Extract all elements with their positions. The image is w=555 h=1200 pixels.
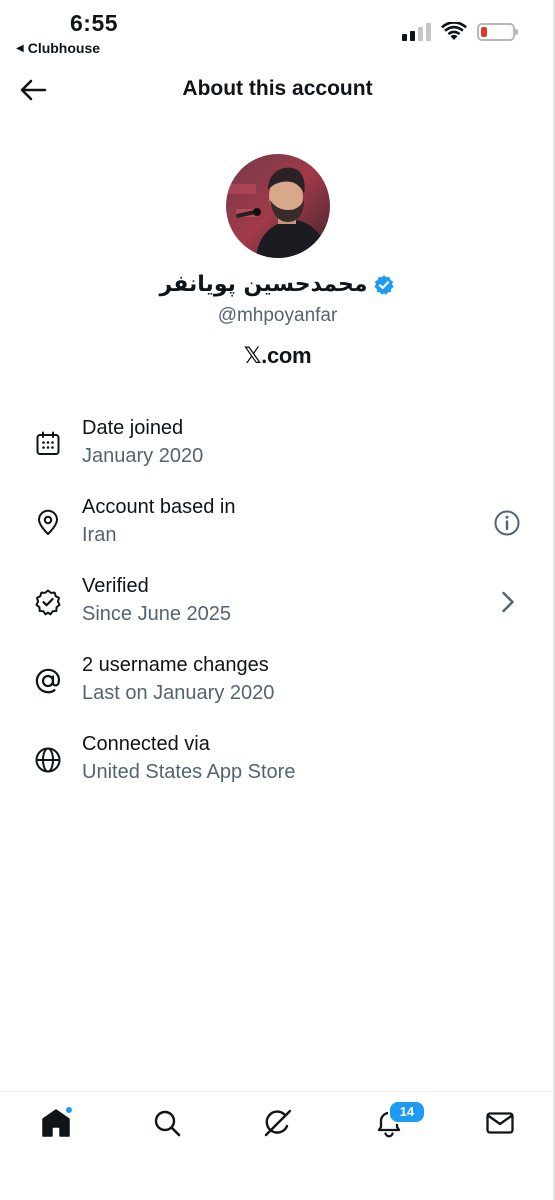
back-to-app-link[interactable]: ◀ Clubhouse (16, 40, 100, 56)
info-row-subtitle: Iran (82, 524, 117, 546)
info-row-title: Verified (82, 575, 149, 597)
top-app-bar: About this account (0, 64, 555, 116)
info-row-connected-via: Connected via United States App Store (0, 726, 555, 805)
platform-label: 𝕏.com (243, 343, 312, 368)
battery-icon (477, 23, 518, 41)
at-sign-icon (35, 668, 61, 694)
status-indicators (402, 22, 518, 42)
info-icon[interactable] (493, 509, 521, 537)
status-time: 6:55 (70, 10, 119, 36)
notification-count-badge: 14 (388, 1100, 426, 1124)
unread-dot (65, 1106, 73, 1114)
tab-notifications[interactable]: 14 (372, 1100, 426, 1140)
info-row-subtitle: United States App Store (82, 761, 296, 783)
grok-icon (264, 1109, 292, 1137)
avatar-photo (226, 154, 330, 258)
tab-messages[interactable] (483, 1106, 517, 1140)
display-name: محمدحسین پویانفر (159, 272, 368, 297)
username-handle: @mhpoyanfar (217, 305, 338, 326)
status-bar: 6:55 ◀ Clubhouse (0, 0, 555, 62)
display-name-row: محمدحسین پویانفر (0, 272, 555, 297)
search-icon (154, 1110, 181, 1137)
profile-avatar[interactable] (226, 154, 330, 258)
info-row-subtitle: January 2020 (82, 445, 204, 467)
info-row-subtitle: Since June 2025 (82, 603, 232, 625)
account-info-list: Date joined January 2020 Account based i… (0, 410, 555, 805)
info-row-subtitle: Last on January 2020 (82, 682, 275, 704)
back-triangle-icon: ◀ (16, 42, 24, 54)
info-row-date-joined: Date joined January 2020 (0, 410, 555, 489)
info-row-username-changes: 2 username changes Last on January 2020 (0, 647, 555, 726)
cellular-signal-icon (402, 23, 431, 41)
mail-icon (486, 1112, 514, 1134)
info-row-title: 2 username changes (82, 654, 269, 676)
chevron-right-icon[interactable] (493, 588, 521, 616)
info-row-title: Connected via (82, 733, 210, 755)
page-title: About this account (182, 77, 373, 100)
globe-icon (35, 747, 61, 773)
location-pin-icon (38, 509, 58, 535)
wifi-icon (441, 22, 467, 40)
tab-home[interactable] (39, 1106, 73, 1140)
info-row-title: Account based in (82, 496, 236, 518)
info-row-verified[interactable]: Verified Since June 2025 (0, 568, 555, 647)
calendar-icon (36, 431, 60, 455)
tab-search[interactable] (150, 1106, 184, 1140)
verified-badge-icon[interactable] (373, 274, 395, 296)
back-app-label: Clubhouse (27, 40, 101, 56)
bottom-tab-bar: 14 (0, 1091, 555, 1200)
tab-grok[interactable] (261, 1106, 295, 1140)
verified-badge-icon (35, 589, 61, 616)
info-row-account-based-in: Account based in Iran (0, 489, 555, 568)
info-row-title: Date joined (82, 417, 184, 439)
